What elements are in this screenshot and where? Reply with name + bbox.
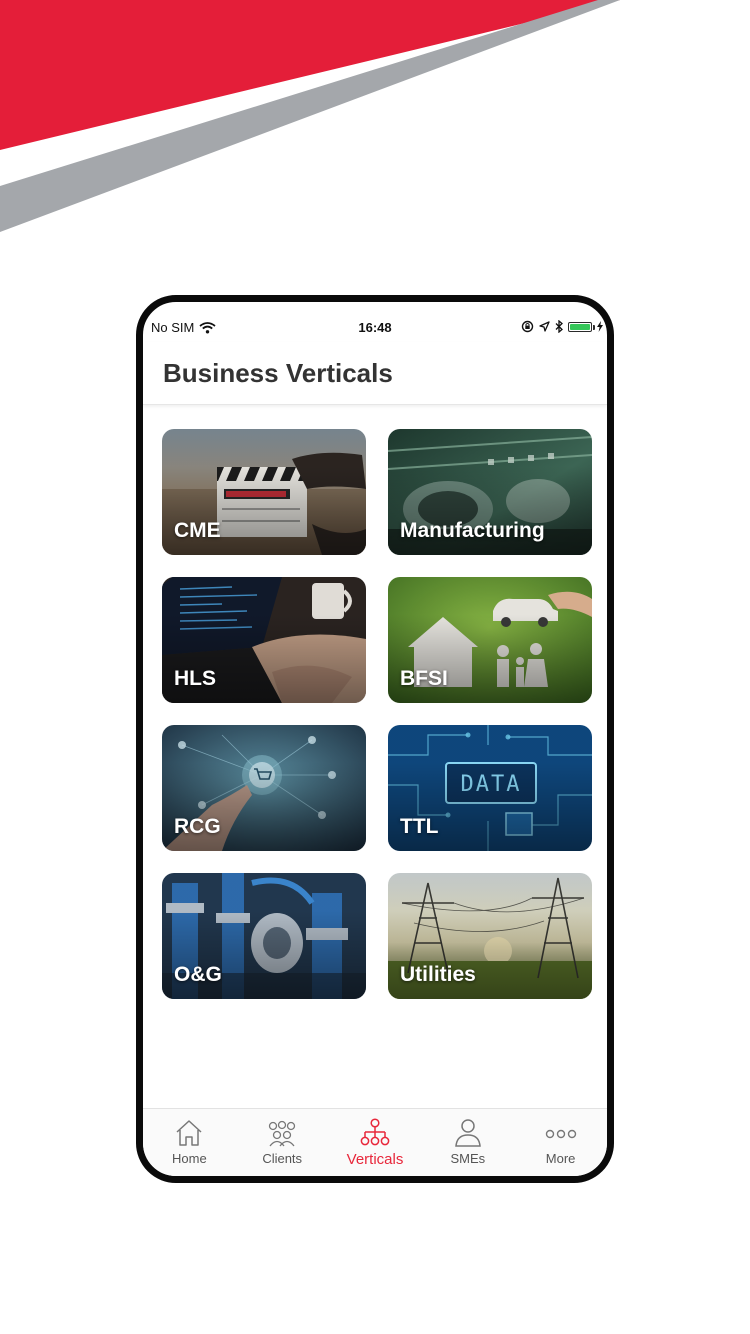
- tab-bar: Home Clients Verticals SMEs More: [143, 1108, 607, 1176]
- vertical-tile-hls[interactable]: HLS: [162, 577, 366, 703]
- bluetooth-icon: [555, 320, 563, 333]
- vertical-tile-bfsi[interactable]: BFSI: [388, 577, 592, 703]
- vertical-tile-rcg[interactable]: RCG: [162, 725, 366, 851]
- vertical-tile-utilities[interactable]: Utilities: [388, 873, 592, 999]
- brand-banner: [0, 0, 620, 232]
- home-icon: [176, 1120, 202, 1146]
- svg-text:DATA: DATA: [461, 772, 522, 797]
- status-bar: No SIM 16:48: [143, 320, 607, 342]
- nav-header: Business Verticals: [143, 342, 607, 405]
- battery-tip: [593, 324, 595, 330]
- tab-label: More: [545, 1151, 576, 1166]
- battery-level: [570, 323, 590, 330]
- tab-label: SMEs: [450, 1151, 486, 1166]
- vertical-label: TTL: [400, 815, 439, 838]
- user-icon: [454, 1119, 481, 1147]
- tab-home[interactable]: Home: [143, 1109, 236, 1176]
- tab-label: Verticals: [346, 1151, 404, 1168]
- vertical-tile-manufacturing[interactable]: Manufacturing: [388, 429, 592, 555]
- more-dots-icon: [545, 1129, 576, 1139]
- vertical-label: BFSI: [400, 667, 448, 690]
- vertical-label: Utilities: [400, 963, 476, 986]
- battery-icon: [568, 321, 595, 332]
- vertical-label: Manufacturing: [400, 519, 545, 542]
- verticals-grid: CME Manufacturing HLS BFSI RCG DATA TTL …: [162, 429, 592, 999]
- tab-label: Clients: [262, 1151, 303, 1166]
- clients-icon: [269, 1120, 296, 1147]
- tab-more[interactable]: More: [514, 1109, 607, 1176]
- verticals-hierarchy-icon: [360, 1118, 390, 1146]
- vertical-tile-og[interactable]: O&G: [162, 873, 366, 999]
- vertical-label: RCG: [174, 815, 221, 838]
- vertical-label: O&G: [174, 963, 222, 986]
- tab-verticals[interactable]: Verticals: [329, 1109, 422, 1176]
- lock-rotation-icon: [521, 320, 534, 333]
- vertical-tile-cme[interactable]: CME: [162, 429, 366, 555]
- page-title: Business Verticals: [163, 358, 393, 388]
- charging-bolt-icon: [597, 321, 603, 332]
- location-arrow-icon: [539, 321, 550, 332]
- vertical-tile-ttl[interactable]: DATA TTL: [388, 725, 592, 851]
- tab-smes[interactable]: SMEs: [421, 1109, 514, 1176]
- tab-clients[interactable]: Clients: [236, 1109, 329, 1176]
- status-right: [521, 320, 603, 333]
- vertical-label: HLS: [174, 667, 216, 690]
- tab-label: Home: [172, 1151, 207, 1166]
- phone-frame: No SIM 16:48 Business Verticals CME Manu…: [136, 295, 614, 1183]
- vertical-label: CME: [174, 519, 221, 542]
